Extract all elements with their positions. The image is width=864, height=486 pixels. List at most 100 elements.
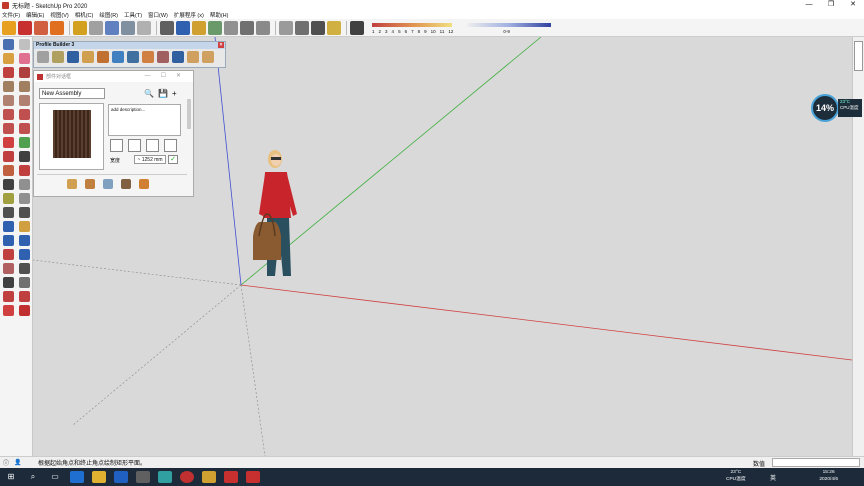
- add-icon[interactable]: +: [172, 89, 177, 98]
- 3d-text-icon[interactable]: [18, 207, 30, 218]
- file-explorer-icon[interactable]: [92, 471, 106, 483]
- look-around-icon[interactable]: [18, 263, 30, 274]
- assembly-name-input[interactable]: New Assembly: [39, 88, 105, 99]
- layout-taskbar-icon[interactable]: [246, 471, 260, 483]
- textured-icon[interactable]: [224, 20, 238, 35]
- tape-measure-icon[interactable]: [2, 179, 14, 190]
- circle-icon[interactable]: [2, 95, 14, 106]
- pb-assembly-icon[interactable]: [97, 51, 109, 63]
- section-plane-icon[interactable]: [256, 20, 270, 35]
- three-point-arc-icon[interactable]: [2, 123, 14, 134]
- paint-bucket-icon[interactable]: [2, 53, 14, 64]
- scale-figure[interactable]: [253, 144, 309, 282]
- close-button[interactable]: ✕: [842, 0, 864, 10]
- make-component-icon[interactable]: [18, 39, 30, 50]
- pb-edit-icon[interactable]: [112, 51, 124, 63]
- push-pull-icon[interactable]: [18, 137, 30, 148]
- paint-profile-icon[interactable]: [67, 179, 77, 189]
- freehand-icon[interactable]: [18, 67, 30, 78]
- corner-icon[interactable]: [146, 139, 159, 152]
- description-field[interactable]: add description...: [108, 104, 181, 136]
- pie-icon[interactable]: [18, 123, 30, 134]
- section-icon[interactable]: [18, 277, 30, 288]
- wireframe-icon[interactable]: [176, 20, 190, 35]
- menu-window[interactable]: 窗口(W): [148, 11, 168, 19]
- geo-location-icon[interactable]: [2, 305, 14, 316]
- weather-widget[interactable]: 23°C CPU温度: [726, 469, 746, 483]
- pb-settings-icon[interactable]: [187, 51, 199, 63]
- profile-builder-close-button[interactable]: ×: [218, 42, 224, 48]
- task-view-icon[interactable]: ▭: [48, 471, 62, 483]
- shadows-icon[interactable]: [295, 20, 309, 35]
- check-icon[interactable]: [103, 179, 113, 189]
- pb-help-icon[interactable]: [202, 51, 214, 63]
- maximize-button[interactable]: ❐: [820, 0, 842, 10]
- sandbox-icon[interactable]: [105, 20, 119, 35]
- pb-path-icon[interactable]: [67, 51, 79, 63]
- pb-extend-icon[interactable]: [142, 51, 154, 63]
- search-icon[interactable]: 🔍: [144, 89, 154, 98]
- save-icon[interactable]: 💾: [158, 89, 168, 98]
- position-camera-icon[interactable]: [2, 263, 14, 274]
- info-icon[interactable]: ⓘ: [0, 458, 12, 467]
- rotate-icon[interactable]: [2, 151, 14, 162]
- pb-pencil-icon[interactable]: [37, 51, 49, 63]
- stamp-icon[interactable]: [137, 20, 151, 35]
- eraser-icon[interactable]: [350, 20, 364, 35]
- extension-manager-icon[interactable]: [50, 20, 64, 35]
- pb-member-icon[interactable]: [52, 51, 64, 63]
- default-tray-tab[interactable]: [854, 41, 863, 71]
- clock[interactable]: 15:26 2020/4/6: [819, 469, 838, 483]
- search-taskbar-icon[interactable]: ⌕: [26, 471, 40, 483]
- zoom-window-icon[interactable]: [18, 235, 30, 246]
- pb-profile-icon[interactable]: [82, 51, 94, 63]
- select-icon[interactable]: [2, 39, 14, 50]
- sketchup-taskbar-icon[interactable]: [224, 471, 238, 483]
- smoove-icon[interactable]: [121, 20, 135, 35]
- offset-icon[interactable]: [18, 165, 30, 176]
- move-icon[interactable]: [2, 137, 14, 148]
- panel-scrollbar[interactable]: [186, 89, 192, 197]
- menu-tools[interactable]: 工具(T): [124, 11, 142, 19]
- eraser-tool-icon[interactable]: [18, 53, 30, 64]
- menu-view[interactable]: 视图(V): [50, 11, 68, 19]
- scrollbar-thumb[interactable]: [187, 99, 191, 129]
- cpu-usage-gauge[interactable]: 14%: [811, 94, 839, 122]
- walk-icon[interactable]: [2, 277, 14, 288]
- date-scale[interactable]: 0-9: [467, 22, 552, 34]
- dimension-icon[interactable]: [18, 179, 30, 190]
- measurement-input[interactable]: [772, 458, 860, 467]
- fog-icon[interactable]: [311, 20, 325, 35]
- ruby-console-icon[interactable]: [18, 305, 30, 316]
- warehouse-icon[interactable]: [2, 20, 16, 35]
- warehouse-3d-icon[interactable]: [2, 291, 14, 302]
- eyedropper-icon[interactable]: [121, 179, 131, 189]
- styles-icon[interactable]: [279, 20, 293, 35]
- shaded-icon[interactable]: [208, 20, 222, 35]
- menu-extensions[interactable]: 扩展程序 (x): [174, 11, 204, 19]
- xray-icon[interactable]: [160, 20, 174, 35]
- fit-width-icon[interactable]: [110, 139, 123, 152]
- arc-icon[interactable]: [2, 109, 14, 120]
- shadow-time-scale[interactable]: 1 2 3 4 5 6 7 8 9 10 11 12: [372, 22, 457, 34]
- zoom-extents-icon[interactable]: [2, 249, 14, 260]
- rotated-rectangle-icon[interactable]: [18, 81, 30, 92]
- menu-draw[interactable]: 绘图(R): [99, 11, 118, 19]
- pb-cut-icon[interactable]: [157, 51, 169, 63]
- app-icon[interactable]: [180, 471, 194, 483]
- flip-icon[interactable]: [164, 139, 177, 152]
- menu-camera[interactable]: 相机(C): [75, 11, 94, 19]
- hidden-line-icon[interactable]: [192, 20, 206, 35]
- rectangle-icon[interactable]: [2, 81, 14, 92]
- two-point-arc-icon[interactable]: [18, 109, 30, 120]
- build-icon[interactable]: [85, 179, 95, 189]
- windows-start-icon[interactable]: ⊞: [4, 471, 18, 483]
- intersect-icon[interactable]: [89, 20, 103, 35]
- scale-icon[interactable]: [2, 165, 14, 176]
- pan-icon[interactable]: [18, 221, 30, 232]
- solid-tools-icon[interactable]: [73, 20, 87, 35]
- edge-icon[interactable]: [70, 471, 84, 483]
- pb-rotate-icon[interactable]: [172, 51, 184, 63]
- polygon-icon[interactable]: [18, 95, 30, 106]
- pb-library-icon[interactable]: [127, 51, 139, 63]
